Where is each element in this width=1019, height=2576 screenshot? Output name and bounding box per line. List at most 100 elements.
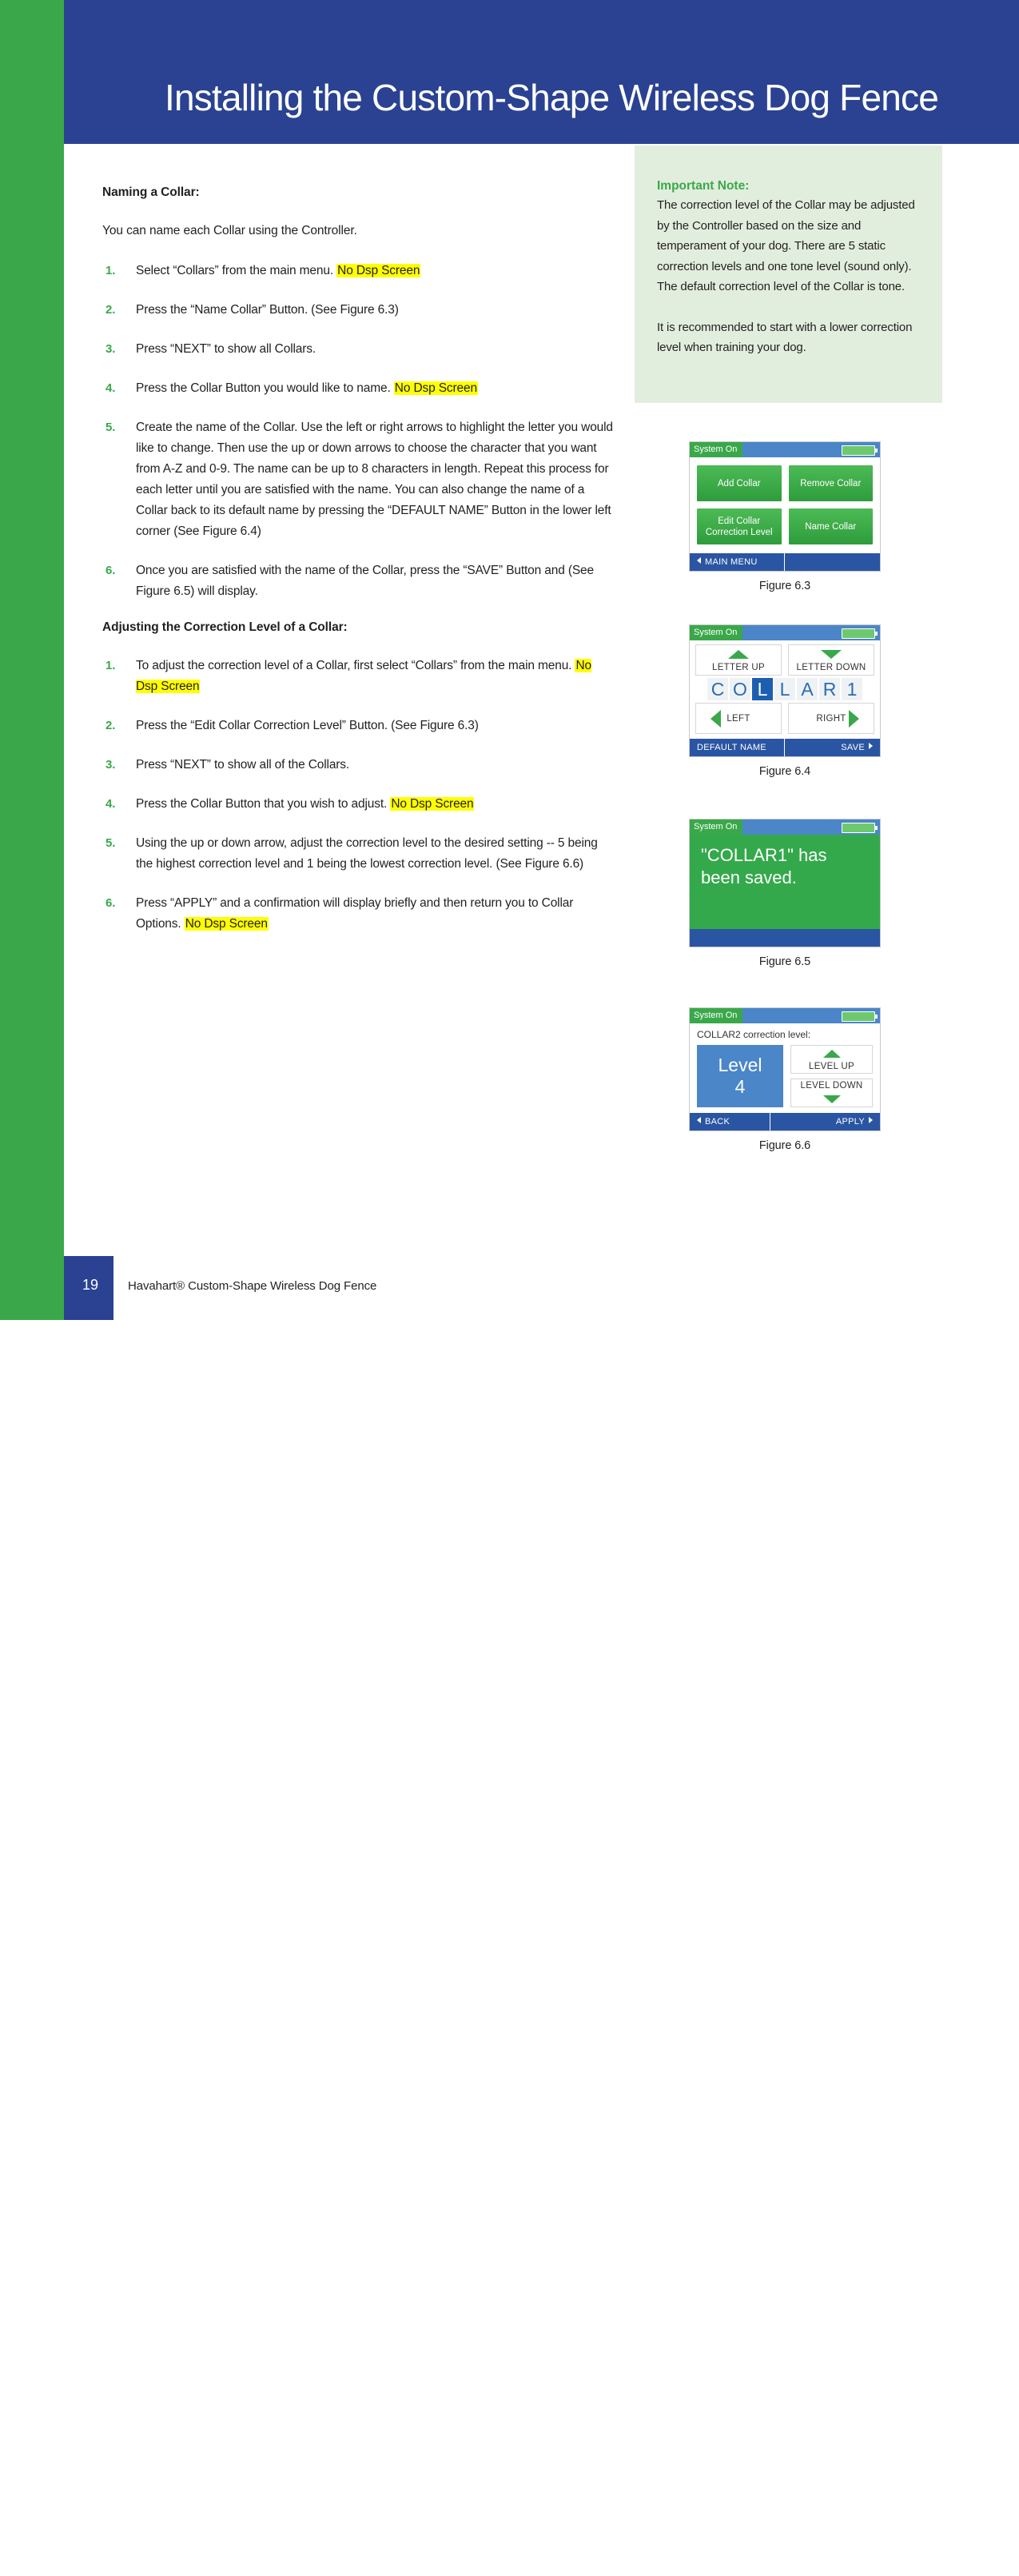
name-character[interactable]: 1: [842, 678, 862, 700]
important-note-paragraph-1: The correction level of the Collar may b…: [657, 198, 915, 293]
section-intro-paragraph: You can name each Collar using the Contr…: [102, 224, 357, 237]
saved-message-line2: been saved.: [701, 867, 797, 887]
list-item: 4. Press the Collar Button you would like…: [102, 378, 614, 399]
edit-collar-line2: Correction Level: [705, 527, 773, 537]
list-item-number: 1.: [105, 264, 116, 277]
status-bar: System On: [690, 442, 880, 457]
right-label: RIGHT: [816, 713, 846, 724]
save-button[interactable]: SAVE: [841, 739, 873, 756]
important-note-box: Important Note: The correction level of …: [635, 146, 942, 403]
list-item-number: 6.: [105, 896, 116, 910]
main-menu-button[interactable]: MAIN MENU: [697, 553, 758, 571]
bottom-bar-divider: [784, 739, 785, 756]
left-button[interactable]: LEFT: [695, 703, 782, 734]
remove-collar-button[interactable]: Remove Collar: [788, 465, 873, 501]
default-name-button[interactable]: DEFAULT NAME: [697, 739, 766, 756]
letter-up-button[interactable]: LETTER UP: [695, 644, 782, 676]
section-heading-adjusting: Adjusting the Correction Level of a Coll…: [102, 620, 348, 634]
list-item-text: To adjust the correction level of a Coll…: [136, 659, 575, 672]
list-item-text: Press “NEXT” to show all of the Collars.: [136, 758, 350, 772]
page-number: 19: [82, 1277, 99, 1293]
level-down-button[interactable]: LEVEL DOWN: [790, 1079, 873, 1107]
menu-body: Add Collar Remove Collar Edit Collar Cor…: [690, 457, 880, 553]
no-dsp-screen-highlight: No Dsp Screen: [390, 797, 475, 811]
name-character[interactable]: C: [707, 678, 728, 700]
footer-green-strip: [0, 1256, 64, 1320]
list-item-text: Press the “Name Collar” Button. (See Fig…: [136, 303, 399, 317]
apply-button[interactable]: APPLY: [836, 1113, 873, 1130]
device-screen-name-collar: System On LETTER UP LETTER DOWN COLLAR1 …: [689, 624, 881, 757]
level-up-button[interactable]: LEVEL UP: [790, 1045, 873, 1074]
device-screen-collar-options: System On Add Collar Remove Collar Edit …: [689, 441, 881, 572]
no-dsp-screen-highlight: No Dsp Screen: [393, 381, 478, 395]
saved-message-body: "COLLAR1" has been saved.: [690, 835, 880, 929]
triangle-up-icon: [728, 650, 749, 659]
level-value: 4: [734, 1076, 746, 1097]
list-item-number: 6.: [105, 564, 116, 577]
list-item-text: Using the up or down arrow, adjust the c…: [136, 836, 598, 871]
page-header-band: Installing the Custom-Shape Wireless Dog…: [64, 0, 1019, 144]
add-collar-button[interactable]: Add Collar: [697, 465, 782, 501]
triangle-down-icon: [822, 1095, 841, 1103]
status-bar: System On: [690, 1008, 880, 1023]
list-item-number: 3.: [105, 758, 116, 772]
bottom-bar: [690, 929, 880, 947]
name-character[interactable]: L: [752, 678, 773, 700]
figure-6-6-caption: Figure 6.6: [758, 1139, 811, 1152]
list-item-text: Once you are satisfied with the name of …: [136, 564, 594, 598]
left-caret-icon: [697, 1117, 701, 1123]
battery-icon: [842, 628, 878, 639]
list-item-text: Press the Collar Button you would like t…: [136, 381, 394, 395]
collar-name-characters[interactable]: COLLAR1: [695, 678, 874, 700]
triangle-up-icon: [822, 1050, 841, 1058]
left-caret-icon: [697, 557, 701, 564]
list-item: 3. Press “NEXT” to show all of the Collar…: [102, 755, 614, 776]
list-item: 6. Press “APPLY” and a confirmation will …: [102, 893, 614, 935]
device-screen-correction-level: System On COLLAR2 correction level: Leve…: [689, 1007, 881, 1131]
bottom-bar-divider: [784, 553, 785, 571]
important-note-title: Important Note:: [657, 179, 750, 193]
battery-icon: [842, 445, 878, 456]
sidebar-label-normal: Installing the Custom-Shape Wireless Dog…: [24, 2225, 42, 2576]
menu-row-1: Add Collar Remove Collar: [697, 465, 873, 501]
back-button[interactable]: BACK: [697, 1113, 730, 1130]
level-up-label: LEVEL UP: [809, 1062, 854, 1071]
battery-icon: [842, 823, 878, 833]
status-system-on: System On: [690, 819, 743, 835]
adjusting-steps-list: 1. To adjust the correction level of a Co…: [102, 656, 614, 935]
list-item: 5. Using the up or down arrow, adjust the…: [102, 833, 614, 875]
correction-level-body: COLLAR2 correction level: Level 4 LEVEL …: [690, 1023, 880, 1113]
name-character[interactable]: R: [819, 678, 840, 700]
status-system-on: System On: [690, 1008, 743, 1023]
correction-level-main: Level 4 LEVEL UP LEVEL DOWN: [697, 1045, 873, 1107]
name-character[interactable]: L: [774, 678, 795, 700]
name-character[interactable]: A: [797, 678, 818, 700]
current-level-display: Level 4: [697, 1045, 783, 1107]
edit-collar-correction-level-button[interactable]: Edit Collar Correction Level: [697, 508, 782, 544]
sidebar-band: Installing the Custom-Shape Wireless Dog…: [0, 0, 64, 2576]
no-dsp-screen-highlight: No Dsp Screen: [336, 264, 421, 277]
edit-collar-line1: Edit Collar: [718, 516, 761, 526]
left-right-row: LEFT RIGHT: [695, 703, 874, 734]
name-character[interactable]: O: [730, 678, 750, 700]
name-collar-button[interactable]: Name Collar: [788, 508, 873, 544]
list-item-text: Press the “Edit Collar Correction Level”…: [136, 719, 479, 732]
menu-row-2: Edit Collar Correction Level Name Collar: [697, 508, 873, 544]
list-item: 6. Once you are satisfied with the name o…: [102, 560, 614, 602]
list-item-number: 4.: [105, 797, 116, 811]
saved-message-line1: "COLLAR1" has: [701, 845, 827, 865]
list-item: 2. Press the “Edit Collar Correction Leve…: [102, 716, 614, 736]
main-content-column: Naming a Collar: You can name each Colla…: [102, 185, 614, 953]
naming-steps-list: 1. Select “Collars” from the main menu. N…: [102, 261, 614, 602]
main-menu-label: MAIN MENU: [705, 557, 758, 567]
list-item-text: Create the name of the Collar. Use the l…: [136, 421, 613, 538]
list-item-number: 2.: [105, 719, 116, 732]
right-button[interactable]: RIGHT: [788, 703, 874, 734]
name-editor-body: LETTER UP LETTER DOWN COLLAR1 LEFT RIGHT: [690, 640, 880, 739]
letter-down-button[interactable]: LETTER DOWN: [788, 644, 874, 676]
letter-down-label: LETTER DOWN: [796, 663, 866, 672]
status-bar: System On: [690, 819, 880, 835]
list-item-number: 4.: [105, 381, 116, 395]
saved-message: "COLLAR1" has been saved.: [701, 844, 826, 889]
figure-6-4-caption: Figure 6.4: [758, 765, 811, 778]
